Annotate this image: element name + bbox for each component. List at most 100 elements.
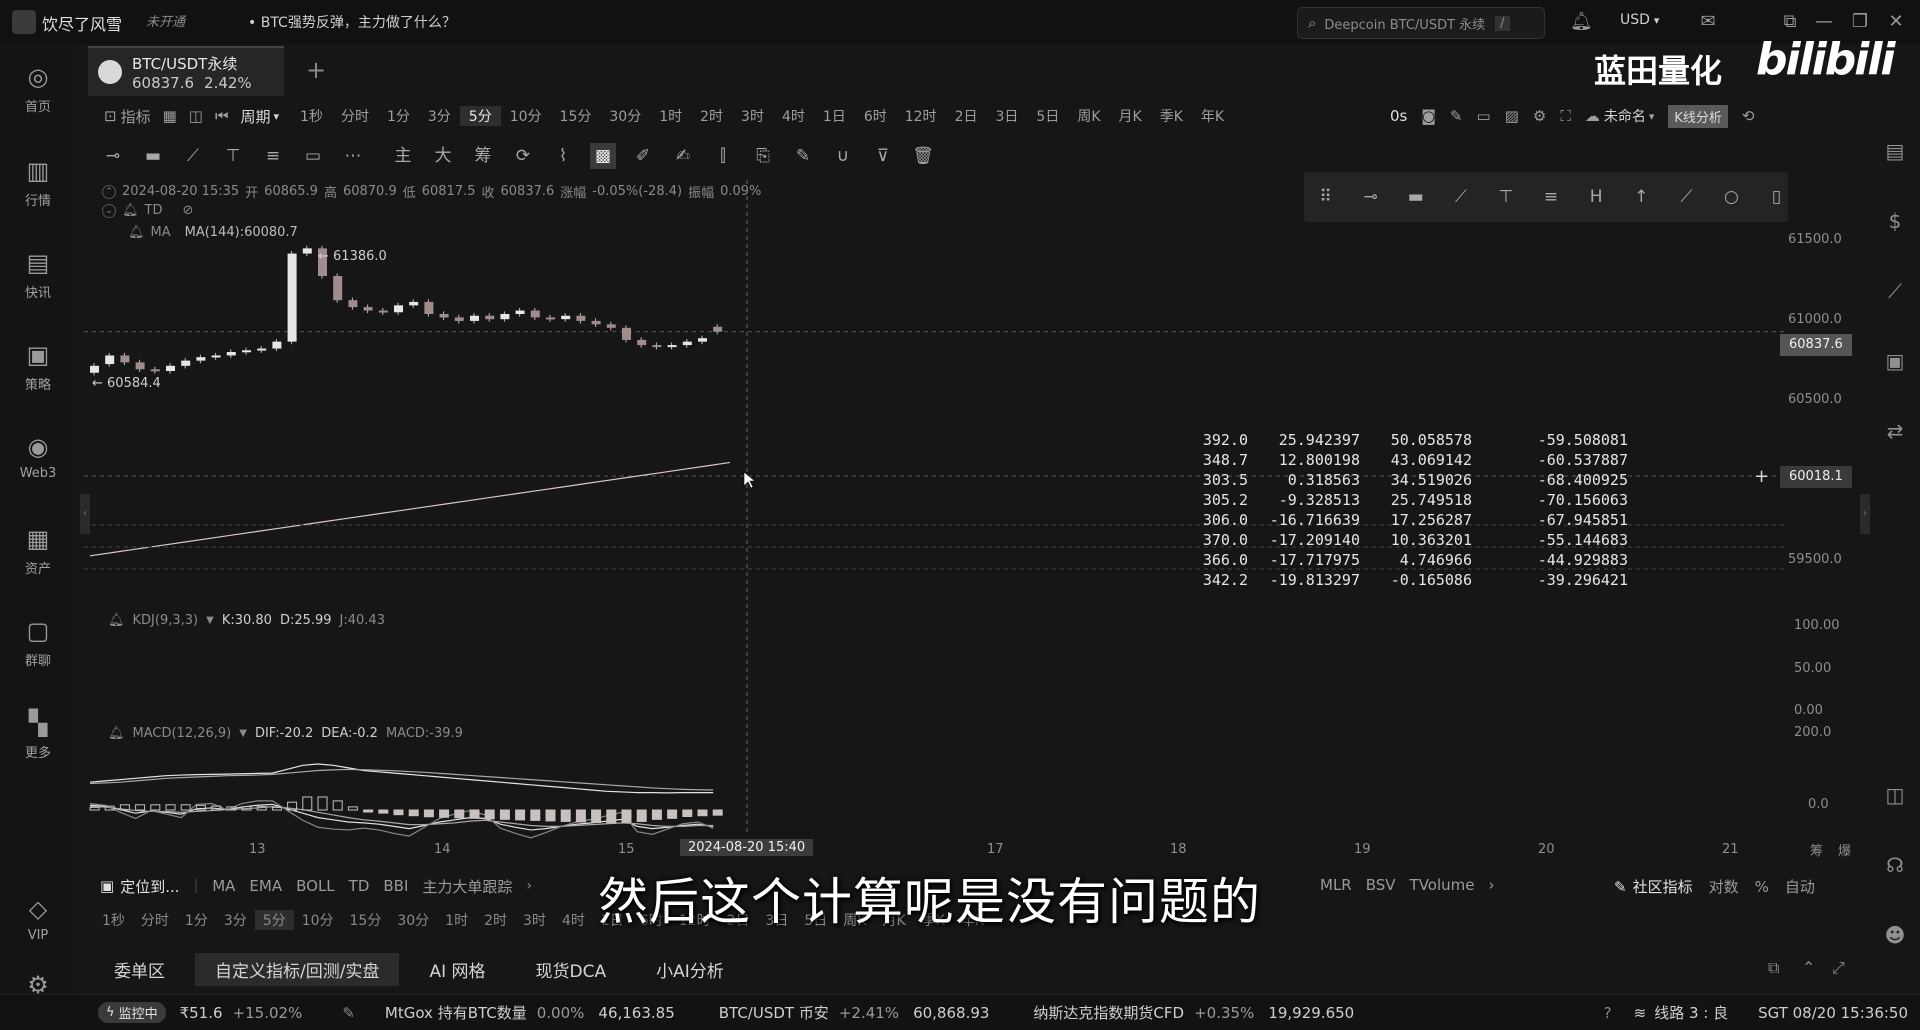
pencil-icon[interactable]: ✐ xyxy=(630,143,656,169)
percent-scale-toggle[interactable]: % xyxy=(1755,878,1769,896)
text-tool-icon[interactable]: ⊤ xyxy=(220,143,246,169)
indicator-option[interactable]: 主力大单跟踪 xyxy=(422,876,512,897)
mail-icon[interactable]: ✉ xyxy=(1698,12,1718,32)
expand-icon[interactable]: ⤢ xyxy=(1832,958,1845,978)
period-option[interactable]: 6时 xyxy=(855,106,896,126)
bottom-tab[interactable]: 委单区 xyxy=(94,953,185,986)
settings-icon[interactable]: ⚙ xyxy=(1533,107,1546,125)
copy-icon[interactable]: ⎘ xyxy=(750,143,776,169)
symbol-tab[interactable]: BTC/USDT永续 60837.6 2.42% xyxy=(88,46,284,96)
period-option[interactable]: 4时 xyxy=(773,106,814,126)
bell-icon[interactable]: 🔔︎ xyxy=(1570,12,1593,32)
collapse-right-handle[interactable]: › xyxy=(1860,494,1870,534)
measure-icon[interactable]: ⌇ xyxy=(550,143,576,169)
parallel-lines-icon[interactable]: ≡ xyxy=(260,143,286,169)
indicator-option[interactable]: MA xyxy=(212,877,235,895)
exchange-icon[interactable]: ⇄ xyxy=(1880,416,1910,446)
kdj-indicator-label[interactable]: 🔔︎ KDJ(9,3,3) ▼ K:30.80 D:25.99 J:40.43 xyxy=(108,613,385,628)
period-option[interactable]: 2时 xyxy=(691,106,732,126)
period-option[interactable]: 1日 xyxy=(814,106,855,126)
period-option[interactable]: 季K xyxy=(1151,106,1192,126)
pen-icon[interactable]: ✎ xyxy=(1450,107,1463,125)
kline-analysis-button[interactable]: K线分析 xyxy=(1668,104,1728,128)
rectangle-icon[interactable]: ▭ xyxy=(300,143,326,169)
restore-window-icon[interactable]: ❐ xyxy=(1850,12,1870,32)
period-option[interactable]: 3分 xyxy=(216,910,255,930)
bottom-tab[interactable]: 现货DCA xyxy=(516,953,627,986)
pen-icon[interactable]: ✎ xyxy=(342,1004,355,1022)
period-option[interactable]: 5日 xyxy=(1027,106,1068,126)
period-option[interactable]: 5分 xyxy=(254,910,294,930)
ticker-1-name[interactable]: MtGox 持有BTC数量 xyxy=(385,1002,527,1023)
popout-icon[interactable]: ⧉ xyxy=(1768,958,1779,978)
user-name[interactable]: 饮尽了风雪 xyxy=(42,11,122,35)
indicator-mlr[interactable]: MLR xyxy=(1320,876,1352,894)
minimize-icon[interactable]: — xyxy=(1814,12,1834,32)
fullscreen-icon[interactable]: ⛶ xyxy=(1560,107,1571,125)
trash-icon[interactable]: 🗑︎ xyxy=(910,143,936,169)
liquidation-axis-toggle[interactable]: 爆 xyxy=(1838,840,1851,859)
period-option[interactable]: 1分 xyxy=(378,106,419,126)
sidebar-item-strategy[interactable]: ▣ 策略 xyxy=(0,340,76,393)
period-option[interactable]: 10分 xyxy=(294,910,342,930)
panel-layout-icon[interactable]: ◫ xyxy=(1880,780,1910,810)
sidebar-item-web3[interactable]: ◉ Web3 xyxy=(0,432,76,481)
period-option[interactable]: 分时 xyxy=(133,910,177,930)
global-search[interactable]: ⌕ Deepcoin BTC/USDT 永续 / xyxy=(1297,7,1545,39)
chevron-right-icon[interactable]: › xyxy=(526,878,532,894)
indicator-bsv[interactable]: BSV xyxy=(1366,876,1396,894)
period-option[interactable]: 4时 xyxy=(554,910,593,930)
ticker-2-name[interactable]: BTC/USDT 币安 xyxy=(719,1002,829,1023)
sidebar-item-vip[interactable]: ◇ VIP xyxy=(0,894,76,943)
ticker-3-name[interactable]: 纳斯达克指数期货CFD xyxy=(1033,1002,1184,1023)
log-scale-toggle[interactable]: 对数 xyxy=(1709,876,1739,897)
period-option[interactable]: 月K xyxy=(1110,106,1151,126)
camera-icon[interactable]: ◙ xyxy=(1421,107,1436,125)
period-option[interactable]: 1分 xyxy=(177,910,216,930)
help-icon[interactable]: ? xyxy=(1604,1004,1612,1022)
period-option[interactable]: 2时 xyxy=(476,910,515,930)
period-option[interactable]: 分时 xyxy=(332,106,378,126)
auto-scale-toggle[interactable]: 自动 xyxy=(1785,876,1815,897)
edit-icon[interactable]: ✎ xyxy=(790,143,816,169)
selection-icon[interactable]: ▩ xyxy=(590,143,616,169)
filter-icon[interactable]: ⊽ xyxy=(870,143,896,169)
trend-line-icon[interactable]: ⟋ xyxy=(180,143,206,169)
macd-indicator-label[interactable]: 🔔︎ MACD(12,26,9) ▼ DIF:-20.2 DEA:-0.2 MA… xyxy=(108,726,463,741)
comment-icon[interactable]: ▭ xyxy=(1477,107,1491,125)
period-dropdown[interactable]: 周期 ▾ xyxy=(240,106,279,127)
bottom-tab[interactable]: AI 网格 xyxy=(409,953,505,986)
sidebar-item-news[interactable]: ▤ 快讯 xyxy=(0,248,76,301)
period-option[interactable]: 15分 xyxy=(551,106,601,126)
horizontal-line-icon[interactable]: ⊸ xyxy=(100,143,126,169)
popout-window-icon[interactable]: ⧉ xyxy=(1780,12,1800,32)
layout-icon[interactable]: ◫ xyxy=(189,107,203,125)
main-chart-toggle[interactable]: 主 xyxy=(390,143,416,169)
period-option[interactable]: 15分 xyxy=(342,910,390,930)
indicator-tvolume[interactable]: TVolume xyxy=(1410,876,1475,894)
share-icon[interactable]: ⟲ xyxy=(1742,107,1755,125)
period-option[interactable]: 3时 xyxy=(515,910,554,930)
layout-name-dropdown[interactable]: ☁ 未命名 ▾ xyxy=(1585,106,1655,126)
sidebar-item-market[interactable]: ▥ 行情 xyxy=(0,156,76,209)
chevron-right-icon[interactable]: › xyxy=(1489,876,1495,894)
magnet-icon[interactable]: ∪ xyxy=(830,143,856,169)
sidebar-item-more[interactable]: ▚ 更多 xyxy=(0,708,76,761)
bottom-tab[interactable]: 自定义指标/回测/实盘 xyxy=(195,952,400,986)
period-option[interactable]: 3时 xyxy=(732,106,773,126)
news-ticker[interactable]: • BTC强势反弹，主力做了什么？ xyxy=(248,12,456,32)
period-option[interactable]: 1秒 xyxy=(291,106,332,126)
add-tab-button[interactable]: + xyxy=(306,56,326,84)
chips-toggle[interactable]: 筹 xyxy=(470,143,496,169)
close-icon[interactable]: ✕ xyxy=(1886,12,1906,32)
chips-axis-toggle[interactable]: 筹 xyxy=(1810,840,1823,859)
period-option[interactable]: 2日 xyxy=(946,106,987,126)
connection-line[interactable]: 线路 3 : 良 xyxy=(1654,1002,1728,1023)
sync-icon[interactable]: ⟳ xyxy=(510,143,536,169)
collapse-left-handle[interactable]: ‹ xyxy=(80,494,90,534)
locate-button[interactable]: ▣ 定位到... xyxy=(100,876,180,897)
indicator-option[interactable]: EMA xyxy=(249,877,282,895)
community-indicators-button[interactable]: ✎ 社区指标 xyxy=(1614,876,1693,897)
indicators-button[interactable]: ⊡ 指标 xyxy=(104,106,151,127)
period-option[interactable]: 30分 xyxy=(600,106,650,126)
